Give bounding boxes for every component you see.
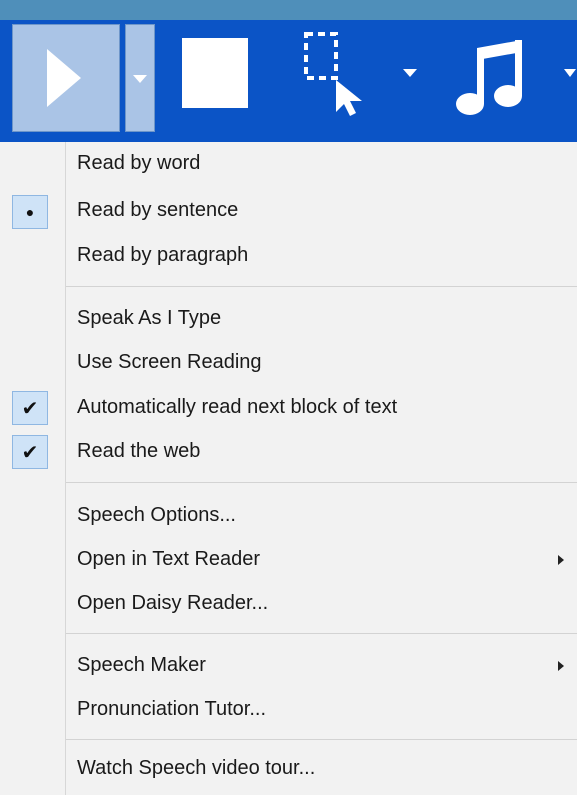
menu-item-pronunciation-tutor[interactable]: Pronunciation Tutor... bbox=[0, 689, 577, 733]
menu-divider bbox=[66, 739, 577, 740]
menu-item-speech-options[interactable]: Speech Options... bbox=[0, 495, 577, 539]
select-options-dropdown[interactable] bbox=[402, 68, 418, 78]
menu-item-label: Open Daisy Reader... bbox=[77, 592, 269, 614]
menu-item-label: Read by sentence bbox=[77, 199, 239, 221]
menu-item-label: Automatically read next block of text bbox=[77, 396, 398, 418]
music-note-icon[interactable] bbox=[450, 34, 530, 124]
menu-item-watch-speech-video-tour[interactable]: Watch Speech video tour... bbox=[0, 748, 577, 792]
menu-item-use-screen-reading[interactable]: Use Screen Reading bbox=[0, 342, 577, 386]
menu-item-read-by-word[interactable]: Read by word bbox=[0, 143, 577, 187]
checkmark-icon: ✔ bbox=[21, 397, 39, 420]
menu-item-label: Use Screen Reading bbox=[77, 351, 262, 373]
checkmark-icon: ✔ bbox=[21, 441, 39, 464]
play-icon bbox=[47, 49, 81, 107]
voice-options-dropdown[interactable] bbox=[563, 68, 577, 78]
menu-divider bbox=[66, 286, 577, 287]
menu-item-auto-read-next-block[interactable]: ✔ Automatically read next block of text bbox=[0, 387, 577, 431]
radio-indicator: ● bbox=[12, 195, 48, 229]
play-options-dropdown[interactable] bbox=[125, 24, 155, 132]
radio-dot-icon: ● bbox=[25, 204, 35, 220]
speech-toolbar bbox=[0, 0, 577, 142]
toolbar-top-strip bbox=[0, 0, 577, 20]
stop-icon[interactable] bbox=[182, 38, 248, 108]
menu-item-label: Read the web bbox=[77, 440, 201, 462]
menu-item-speak-as-i-type[interactable]: Speak As I Type bbox=[0, 298, 577, 342]
menu-item-label: Pronunciation Tutor... bbox=[77, 698, 267, 720]
submenu-arrow-icon bbox=[558, 661, 564, 671]
check-indicator: ✔ bbox=[12, 391, 48, 425]
menu-item-label: Read by word bbox=[77, 152, 201, 174]
menu-item-read-by-paragraph[interactable]: Read by paragraph bbox=[0, 235, 577, 279]
menu-item-label: Read by paragraph bbox=[77, 244, 249, 266]
play-button[interactable] bbox=[12, 24, 120, 132]
menu-item-label: Speech Maker bbox=[77, 654, 206, 676]
menu-item-label: Watch Speech video tour... bbox=[77, 757, 316, 779]
menu-item-read-the-web[interactable]: ✔ Read the web bbox=[0, 431, 577, 475]
menu-item-read-by-sentence[interactable]: ● Read by sentence bbox=[0, 190, 577, 234]
menu-divider bbox=[66, 482, 577, 483]
menu-item-label: Open in Text Reader bbox=[77, 548, 261, 570]
menu-item-label: Speak As I Type bbox=[77, 307, 222, 329]
submenu-arrow-icon bbox=[558, 555, 564, 565]
chevron-down-icon bbox=[133, 75, 147, 83]
menu-divider bbox=[66, 633, 577, 634]
select-pointer-icon[interactable] bbox=[302, 30, 372, 120]
check-indicator: ✔ bbox=[12, 435, 48, 469]
menu-item-open-daisy-reader[interactable]: Open Daisy Reader... bbox=[0, 583, 577, 627]
menu-item-label: Speech Options... bbox=[77, 504, 236, 526]
menu-item-speech-maker[interactable]: Speech Maker bbox=[0, 645, 577, 689]
speech-dropdown-menu: Read by word ● Read by sentence Read by … bbox=[0, 142, 577, 795]
menu-item-open-in-text-reader[interactable]: Open in Text Reader bbox=[0, 539, 577, 583]
